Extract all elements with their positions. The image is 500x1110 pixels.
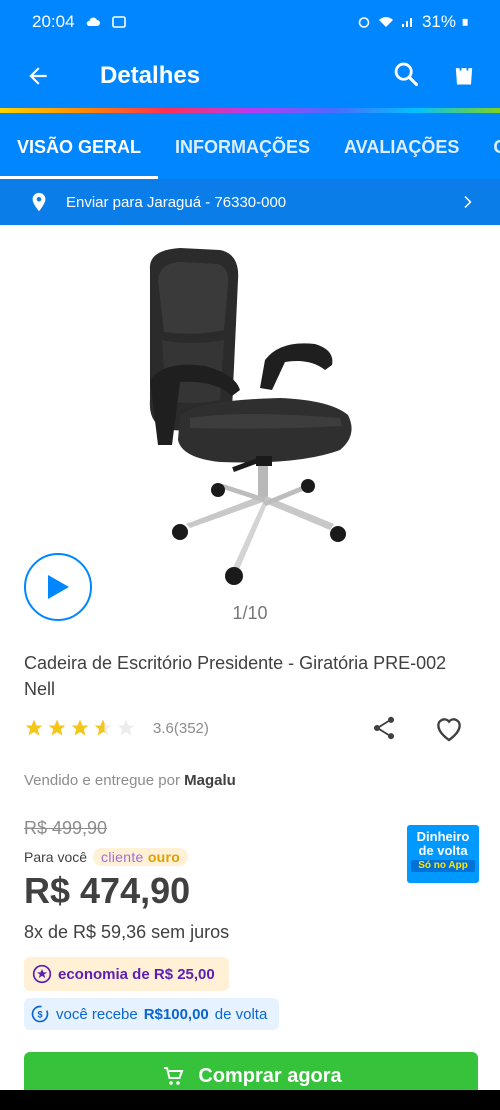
ouro-label: ouro bbox=[147, 849, 181, 865]
star-full-icon bbox=[25, 719, 43, 736]
share-icon bbox=[373, 716, 395, 740]
arrow-left-icon bbox=[29, 67, 47, 85]
cashback-coin-icon: $ bbox=[31, 1005, 49, 1023]
status-time: 20:04 bbox=[32, 12, 75, 31]
cashback-suffix: de volta bbox=[214, 1005, 268, 1023]
member-price-label: Para você cliente ouro bbox=[24, 848, 189, 866]
badge-line2: de volta bbox=[418, 843, 468, 858]
favorite-button[interactable] bbox=[430, 710, 468, 746]
buy-now-label: Comprar agora bbox=[198, 1064, 342, 1087]
current-price: R$ 474,90 bbox=[24, 870, 191, 911]
star-circle-icon bbox=[32, 964, 52, 984]
cart-button[interactable] bbox=[450, 60, 478, 93]
shipping-text: Enviar para Jaraguá - 76330-000 bbox=[66, 193, 287, 211]
wifi-icon bbox=[378, 17, 393, 27]
rating-text: 3.6(352) bbox=[153, 719, 209, 737]
star-empty-icon bbox=[117, 719, 135, 736]
back-button[interactable] bbox=[0, 44, 76, 108]
play-icon bbox=[48, 575, 69, 599]
economy-text: economia de R$ 25,00 bbox=[58, 965, 215, 983]
location-pin-icon bbox=[32, 192, 46, 212]
tab-more[interactable]: C bbox=[476, 113, 500, 179]
installments: 8x de R$ 59,36 sem juros bbox=[24, 922, 230, 942]
tab-reviews[interactable]: AVALIAÇÕES bbox=[327, 113, 476, 179]
old-price: R$ 499,90 bbox=[24, 818, 108, 838]
message-icon bbox=[111, 16, 126, 28]
product-rating[interactable]: 3.6(352) bbox=[24, 718, 209, 738]
svg-text:$: $ bbox=[37, 1009, 42, 1019]
star-full-icon bbox=[71, 719, 89, 736]
cashback-prefix: você recebe bbox=[56, 1005, 138, 1023]
product-image[interactable] bbox=[120, 240, 380, 590]
tab-bar: VISÃO GERAL INFORMAÇÕES AVALIAÇÕES C bbox=[0, 113, 500, 179]
chevron-right-icon bbox=[464, 196, 472, 208]
shipping-location-bar[interactable]: Enviar para Jaraguá - 76330-000 bbox=[0, 179, 500, 225]
tab-overview[interactable]: VISÃO GERAL bbox=[0, 113, 159, 179]
cloud-icon bbox=[86, 17, 100, 26]
economy-badge: economia de R$ 25,00 bbox=[24, 957, 229, 991]
cashback-info: $ você recebe R$100,00 de volta bbox=[24, 998, 280, 1030]
seller-name[interactable]: Magalu bbox=[184, 772, 236, 789]
heart-icon bbox=[437, 718, 461, 742]
search-icon bbox=[394, 62, 419, 86]
product-title: Cadeira de Escritório Presidente - Girat… bbox=[24, 653, 447, 699]
star-full-icon bbox=[48, 719, 66, 736]
cashback-amount: R$100,00 bbox=[143, 1005, 209, 1023]
seller-info: Vendido e entregue por Magalu bbox=[24, 772, 236, 789]
system-navigation-bar bbox=[0, 1090, 500, 1110]
status-bar: 20:04 31% bbox=[0, 0, 500, 44]
gallery-pager: 1/10 bbox=[232, 603, 268, 623]
office-chair-image bbox=[149, 248, 352, 585]
page-title: Detalhes bbox=[100, 62, 201, 89]
badge-line1: Dinheiro bbox=[416, 829, 470, 844]
signal-icon bbox=[401, 18, 412, 27]
battery-icon bbox=[462, 18, 468, 26]
tab-information[interactable]: INFORMAÇÕES bbox=[158, 113, 327, 179]
star-half-icon bbox=[94, 719, 112, 736]
alarm-icon bbox=[358, 17, 370, 28]
seller-prefix: Vendido e entregue por bbox=[24, 772, 180, 789]
badge-line3: Só no App bbox=[411, 860, 475, 872]
app-bar: Detalhes bbox=[0, 44, 500, 108]
share-button[interactable] bbox=[368, 712, 400, 744]
search-button[interactable] bbox=[392, 60, 420, 93]
cashback-app-badge: Dinheiro de volta Só no App bbox=[407, 825, 479, 883]
cliente-ouro-badge: cliente ouro bbox=[93, 848, 189, 866]
battery-level: 31% bbox=[421, 12, 456, 31]
cliente-label: cliente bbox=[101, 849, 144, 865]
para-voce-text: Para você bbox=[24, 849, 88, 865]
cart-icon bbox=[164, 1067, 184, 1085]
shopping-bag-icon bbox=[455, 62, 473, 84]
